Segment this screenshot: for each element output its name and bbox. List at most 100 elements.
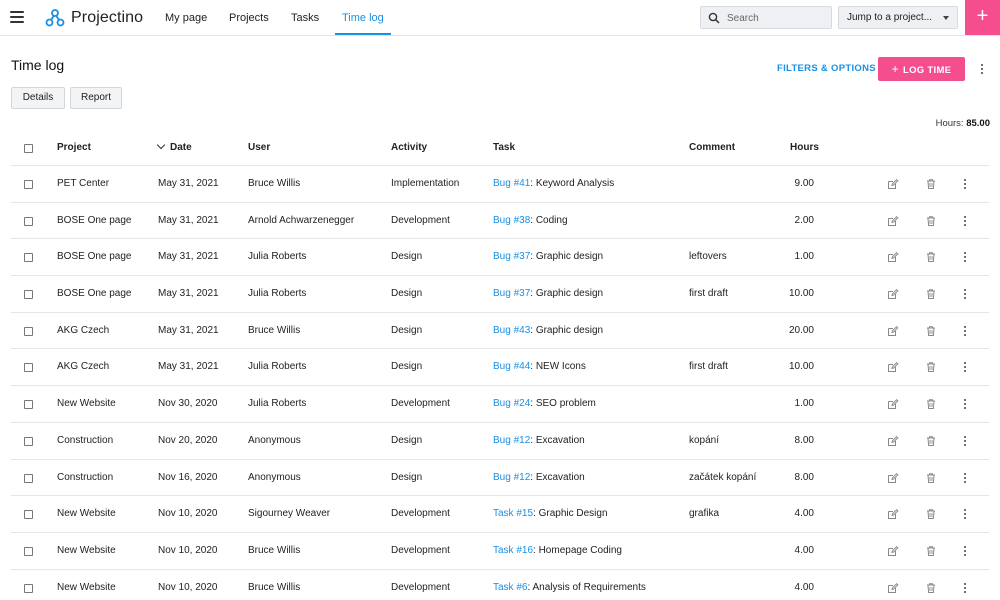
- trash-icon[interactable]: [925, 545, 937, 557]
- trash-icon[interactable]: [925, 582, 937, 594]
- nav-time-log[interactable]: Time log: [335, 0, 391, 35]
- row-checkbox[interactable]: [24, 253, 33, 263]
- cell-hours: 1.00: [794, 251, 814, 263]
- tab-report[interactable]: Report: [70, 87, 122, 109]
- nav-tasks[interactable]: Tasks: [291, 0, 319, 36]
- task-name: : Graphic design: [530, 251, 604, 263]
- more-vertical-icon[interactable]: [961, 287, 969, 301]
- task-link[interactable]: Bug #43: [493, 325, 530, 336]
- task-name: : Analysis of Requirements: [527, 581, 646, 593]
- cell-hours: 4.00: [794, 581, 814, 593]
- add-button[interactable]: +: [965, 0, 1000, 35]
- column-header-user[interactable]: User: [248, 130, 270, 166]
- task-name: : Graphic design: [530, 324, 604, 336]
- more-vertical-icon[interactable]: [961, 581, 969, 595]
- cell-activity: Development: [391, 508, 450, 520]
- column-header-hours[interactable]: Hours: [790, 130, 819, 166]
- row-checkbox[interactable]: [24, 363, 33, 373]
- table-row: AKG Czech May 31, 2021 Julia Roberts Des…: [11, 349, 989, 387]
- cell-date: Nov 10, 2020: [158, 544, 218, 556]
- log-time-button[interactable]: + LOG TIME: [878, 57, 965, 81]
- column-header-activity[interactable]: Activity: [391, 130, 427, 166]
- edit-icon[interactable]: [887, 435, 899, 447]
- cell-user: Arnold Achwarzenegger: [248, 214, 355, 226]
- more-vertical-icon[interactable]: [978, 62, 986, 76]
- table-row: New Website Nov 10, 2020 Bruce Willis De…: [11, 570, 989, 600]
- jump-to-project-dropdown[interactable]: Jump to a project...: [838, 6, 958, 29]
- row-checkbox[interactable]: [24, 436, 33, 446]
- cell-activity: Implementation: [391, 178, 460, 189]
- edit-icon[interactable]: [887, 361, 899, 373]
- more-vertical-icon[interactable]: [961, 507, 969, 521]
- row-checkbox[interactable]: [24, 546, 33, 556]
- cell-activity: Design: [391, 288, 423, 300]
- trash-icon[interactable]: [925, 398, 937, 410]
- search-icon: [708, 12, 720, 24]
- task-link[interactable]: Task #6: [493, 582, 527, 593]
- more-vertical-icon[interactable]: [961, 177, 969, 191]
- trash-icon[interactable]: [925, 288, 937, 300]
- edit-icon[interactable]: [887, 288, 899, 300]
- row-checkbox[interactable]: [24, 326, 33, 336]
- task-link[interactable]: Task #15: [493, 508, 533, 519]
- task-link[interactable]: Bug #12: [493, 435, 530, 446]
- edit-icon[interactable]: [887, 215, 899, 227]
- task-link[interactable]: Bug #44: [493, 361, 530, 372]
- table-row: New Website Nov 10, 2020 Bruce Willis De…: [11, 533, 989, 570]
- trash-icon[interactable]: [925, 215, 937, 227]
- column-header-task[interactable]: Task: [493, 130, 515, 166]
- trash-icon[interactable]: [925, 361, 937, 373]
- task-link[interactable]: Bug #37: [493, 251, 530, 262]
- brand-logo[interactable]: Projectino: [44, 7, 143, 29]
- more-vertical-icon[interactable]: [961, 214, 969, 228]
- row-checkbox[interactable]: [24, 400, 33, 410]
- edit-icon[interactable]: [887, 251, 899, 263]
- trash-icon[interactable]: [925, 508, 937, 520]
- nav-projects[interactable]: Projects: [229, 0, 269, 36]
- task-link[interactable]: Task #16: [493, 545, 533, 556]
- task-link[interactable]: Bug #37: [493, 288, 530, 299]
- hamburger-menu-icon[interactable]: [10, 11, 24, 23]
- task-link[interactable]: Bug #12: [493, 472, 530, 483]
- more-vertical-icon[interactable]: [961, 544, 969, 558]
- task-name: : NEW Icons: [530, 361, 586, 373]
- edit-icon[interactable]: [887, 508, 899, 520]
- cell-user: Bruce Willis: [248, 178, 301, 189]
- row-checkbox[interactable]: [24, 180, 33, 189]
- edit-icon[interactable]: [887, 325, 899, 337]
- trash-icon[interactable]: [925, 435, 937, 447]
- cell-project: New Website: [57, 508, 116, 520]
- edit-icon[interactable]: [887, 472, 899, 484]
- more-vertical-icon[interactable]: [961, 471, 969, 485]
- cell-user: Sigourney Weaver: [248, 508, 331, 520]
- more-vertical-icon[interactable]: [961, 434, 969, 448]
- more-vertical-icon[interactable]: [961, 360, 969, 374]
- more-vertical-icon[interactable]: [961, 397, 969, 411]
- trash-icon[interactable]: [925, 251, 937, 263]
- tab-details[interactable]: Details: [11, 87, 65, 109]
- column-header-date[interactable]: Date: [156, 130, 192, 166]
- row-checkbox[interactable]: [24, 216, 33, 226]
- edit-icon[interactable]: [887, 398, 899, 410]
- edit-icon[interactable]: [887, 178, 899, 190]
- trash-icon[interactable]: [925, 472, 937, 484]
- row-checkbox[interactable]: [24, 473, 33, 483]
- column-header-comment[interactable]: Comment: [689, 130, 735, 166]
- task-link[interactable]: Bug #41: [493, 178, 530, 189]
- more-vertical-icon[interactable]: [961, 250, 969, 264]
- row-checkbox[interactable]: [24, 510, 33, 520]
- edit-icon[interactable]: [887, 545, 899, 557]
- column-header-project[interactable]: Project: [57, 130, 91, 166]
- row-checkbox[interactable]: [24, 583, 33, 593]
- task-link[interactable]: Bug #38: [493, 215, 530, 226]
- more-vertical-icon[interactable]: [961, 324, 969, 338]
- edit-icon[interactable]: [887, 582, 899, 594]
- search-input[interactable]: [727, 10, 827, 26]
- nav-my-page[interactable]: My page: [165, 0, 207, 36]
- task-link[interactable]: Bug #24: [493, 398, 530, 409]
- row-checkbox[interactable]: [24, 290, 33, 300]
- trash-icon[interactable]: [925, 178, 937, 190]
- select-all-checkbox[interactable]: [24, 144, 33, 153]
- trash-icon[interactable]: [925, 325, 937, 337]
- filters-options-button[interactable]: FILTERS & OPTIONS: [777, 63, 876, 74]
